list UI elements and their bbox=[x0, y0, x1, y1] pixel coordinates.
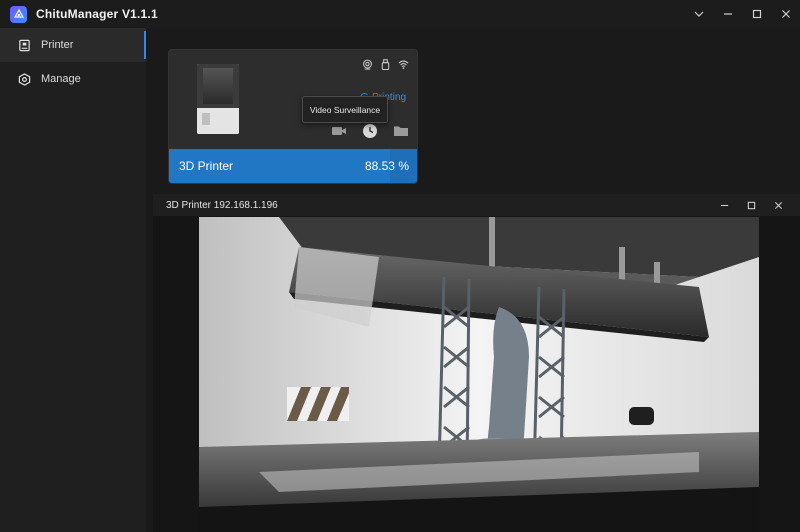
window-controls bbox=[684, 0, 800, 28]
sidebar: Printer Manage bbox=[0, 28, 146, 532]
sidebar-item-label: Manage bbox=[41, 73, 81, 85]
camera-maximize-button[interactable] bbox=[738, 194, 765, 216]
progress-percent: 88.53 % bbox=[364, 159, 409, 173]
printer-icon bbox=[17, 38, 31, 52]
printer-thumbnail bbox=[197, 64, 239, 134]
title-bar: ChituManager V1.1.1 bbox=[0, 0, 800, 28]
sidebar-item-label: Printer bbox=[41, 39, 74, 51]
printer-progress-bar: 3D Printer 88.53 % bbox=[169, 149, 417, 183]
camera-close-button[interactable] bbox=[765, 194, 792, 216]
app-logo-icon bbox=[10, 5, 27, 23]
camera-window-title: 3D Printer 192.168.1.196 bbox=[166, 199, 278, 211]
video-surveillance-window: 3D Printer 192.168.1.196 bbox=[153, 194, 800, 532]
clock-icon[interactable] bbox=[361, 122, 378, 139]
close-button[interactable] bbox=[771, 0, 800, 28]
sidebar-item-manage[interactable]: Manage bbox=[0, 62, 146, 96]
wifi-icon bbox=[397, 58, 409, 70]
printer-card[interactable]: Printing Video Surveillance 3D Printer 8… bbox=[168, 49, 418, 184]
video-camera-icon[interactable] bbox=[330, 122, 347, 139]
folder-icon[interactable] bbox=[392, 122, 409, 139]
collapse-chevron-icon[interactable] bbox=[684, 0, 713, 28]
card-status-icons bbox=[361, 58, 409, 70]
usb-drive-icon bbox=[379, 58, 391, 70]
card-actions bbox=[330, 122, 409, 139]
app-title: ChituManager V1.1.1 bbox=[36, 7, 158, 21]
maximize-button[interactable] bbox=[742, 0, 771, 28]
camera-lens-icon bbox=[361, 58, 373, 70]
minimize-button[interactable] bbox=[713, 0, 742, 28]
video-surveillance-tooltip: Video Surveillance bbox=[302, 96, 388, 123]
camera-window-controls bbox=[711, 194, 792, 216]
camera-video-feed bbox=[199, 217, 759, 532]
printer-name: 3D Printer bbox=[179, 159, 234, 173]
camera-window-titlebar: 3D Printer 192.168.1.196 bbox=[153, 194, 800, 216]
sidebar-item-printer[interactable]: Printer bbox=[0, 28, 146, 62]
hexagon-settings-icon bbox=[17, 72, 31, 86]
camera-minimize-button[interactable] bbox=[711, 194, 738, 216]
